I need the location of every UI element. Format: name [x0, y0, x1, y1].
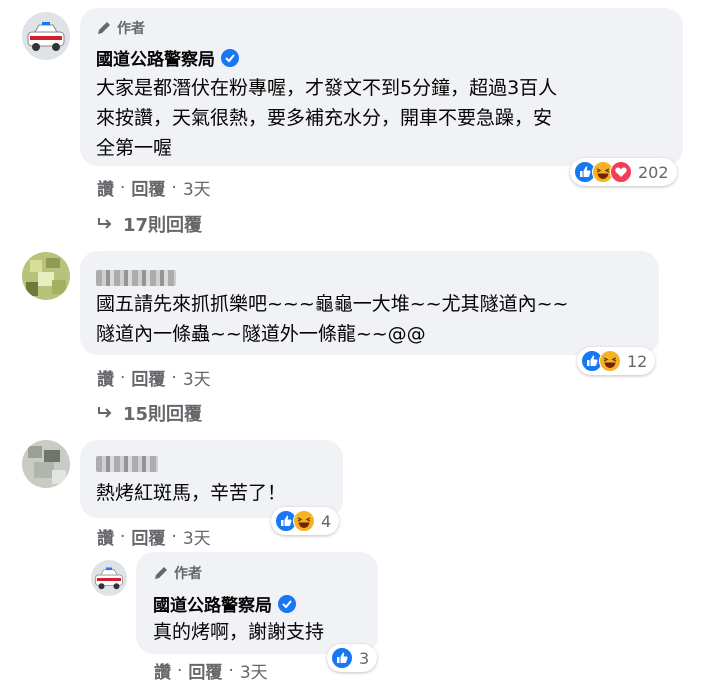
comment-text: 國五請先來抓抓樂吧~~~龜龜一大堆~~尤其隧道內~~ 隧道內一條蟲~~隧道外一條…: [96, 293, 569, 345]
police-car-icon: [22, 12, 70, 60]
view-replies-label[interactable]: 17則回覆: [123, 211, 202, 237]
like-button[interactable]: 讚: [154, 658, 171, 683]
police-avatar[interactable]: [91, 560, 127, 596]
verified-icon: [221, 48, 239, 67]
like-button[interactable]: 讚: [97, 524, 114, 549]
reply-arrow-icon: [98, 218, 112, 229]
author-badge: 作者: [153, 563, 202, 583]
separator: ·: [228, 660, 234, 681]
reply-arrow-icon: [98, 407, 112, 418]
timestamp[interactable]: 3天: [183, 365, 211, 390]
pencil-icon: [98, 22, 110, 34]
comment-actions: 讚 · 回覆 · 3天: [97, 365, 211, 391]
reply-button[interactable]: 回覆: [188, 658, 222, 683]
reply-actions: 讚 · 回覆 · 3天: [154, 658, 268, 683]
reaction-summary[interactable]: 202: [570, 158, 677, 186]
timestamp[interactable]: 3天: [240, 658, 268, 683]
comment-actions: 讚 · 回覆 · 3天: [97, 175, 211, 201]
avatar[interactable]: [22, 440, 70, 488]
commenter-name[interactable]: 國道公路警察局: [96, 45, 215, 70]
reaction-count: 4: [321, 511, 332, 531]
commenter-name[interactable]: 國道公路警察局: [153, 591, 272, 616]
separator: ·: [120, 526, 126, 547]
timestamp[interactable]: 3天: [183, 524, 211, 549]
reply-button[interactable]: 回覆: [131, 175, 165, 200]
avatar[interactable]: [22, 252, 70, 300]
author-badge: 作者: [96, 18, 145, 38]
blurred-avatar-icon: [22, 252, 70, 300]
commenter-name-row[interactable]: 國道公路警察局: [153, 591, 296, 616]
reaction-count: 202: [638, 162, 669, 182]
separator: ·: [171, 367, 177, 388]
separator: ·: [171, 526, 177, 547]
reaction-summary[interactable]: 4: [271, 507, 340, 535]
love-icon: [610, 161, 632, 183]
separator: ·: [177, 660, 183, 681]
separator: ·: [120, 177, 126, 198]
separator: ·: [171, 177, 177, 198]
haha-icon: [599, 350, 621, 372]
like-button[interactable]: 讚: [97, 365, 114, 390]
haha-icon: [293, 510, 315, 532]
police-avatar[interactable]: [22, 12, 70, 60]
reaction-summary[interactable]: 12: [577, 347, 656, 375]
author-badge-label: 作者: [174, 566, 202, 582]
view-replies-link[interactable]: 17則回覆: [97, 211, 202, 237]
view-replies-link[interactable]: 15則回覆: [97, 400, 202, 426]
like-icon: [331, 647, 353, 669]
police-car-icon: [91, 560, 127, 596]
commenter-name[interactable]: [96, 456, 158, 472]
separator: ·: [120, 367, 126, 388]
comment-actions: 讚 · 回覆 · 3天: [97, 524, 211, 550]
like-button[interactable]: 讚: [97, 175, 114, 200]
timestamp[interactable]: 3天: [183, 175, 211, 200]
blurred-avatar-icon: [22, 440, 70, 488]
reply-text: 真的烤啊，謝謝支持: [153, 621, 325, 643]
verified-icon: [278, 594, 296, 613]
view-replies-label[interactable]: 15則回覆: [123, 400, 202, 426]
reaction-count: 3: [359, 648, 370, 668]
commenter-name[interactable]: [96, 270, 176, 286]
reply-button[interactable]: 回覆: [131, 365, 165, 390]
reaction-count: 12: [627, 351, 648, 371]
reaction-summary[interactable]: 3: [327, 644, 378, 672]
comment-text: 大家是都潛伏在粉專喔，才發文不到5分鐘，超過3百人 來按讚，天氣很熱，要多補充水…: [96, 77, 558, 159]
pencil-icon: [155, 567, 167, 579]
comment-text: 熱烤紅斑馬，辛苦了！: [96, 482, 287, 504]
reply-button[interactable]: 回覆: [131, 524, 165, 549]
author-badge-label: 作者: [117, 21, 145, 37]
commenter-name-row[interactable]: 國道公路警察局: [96, 45, 239, 70]
